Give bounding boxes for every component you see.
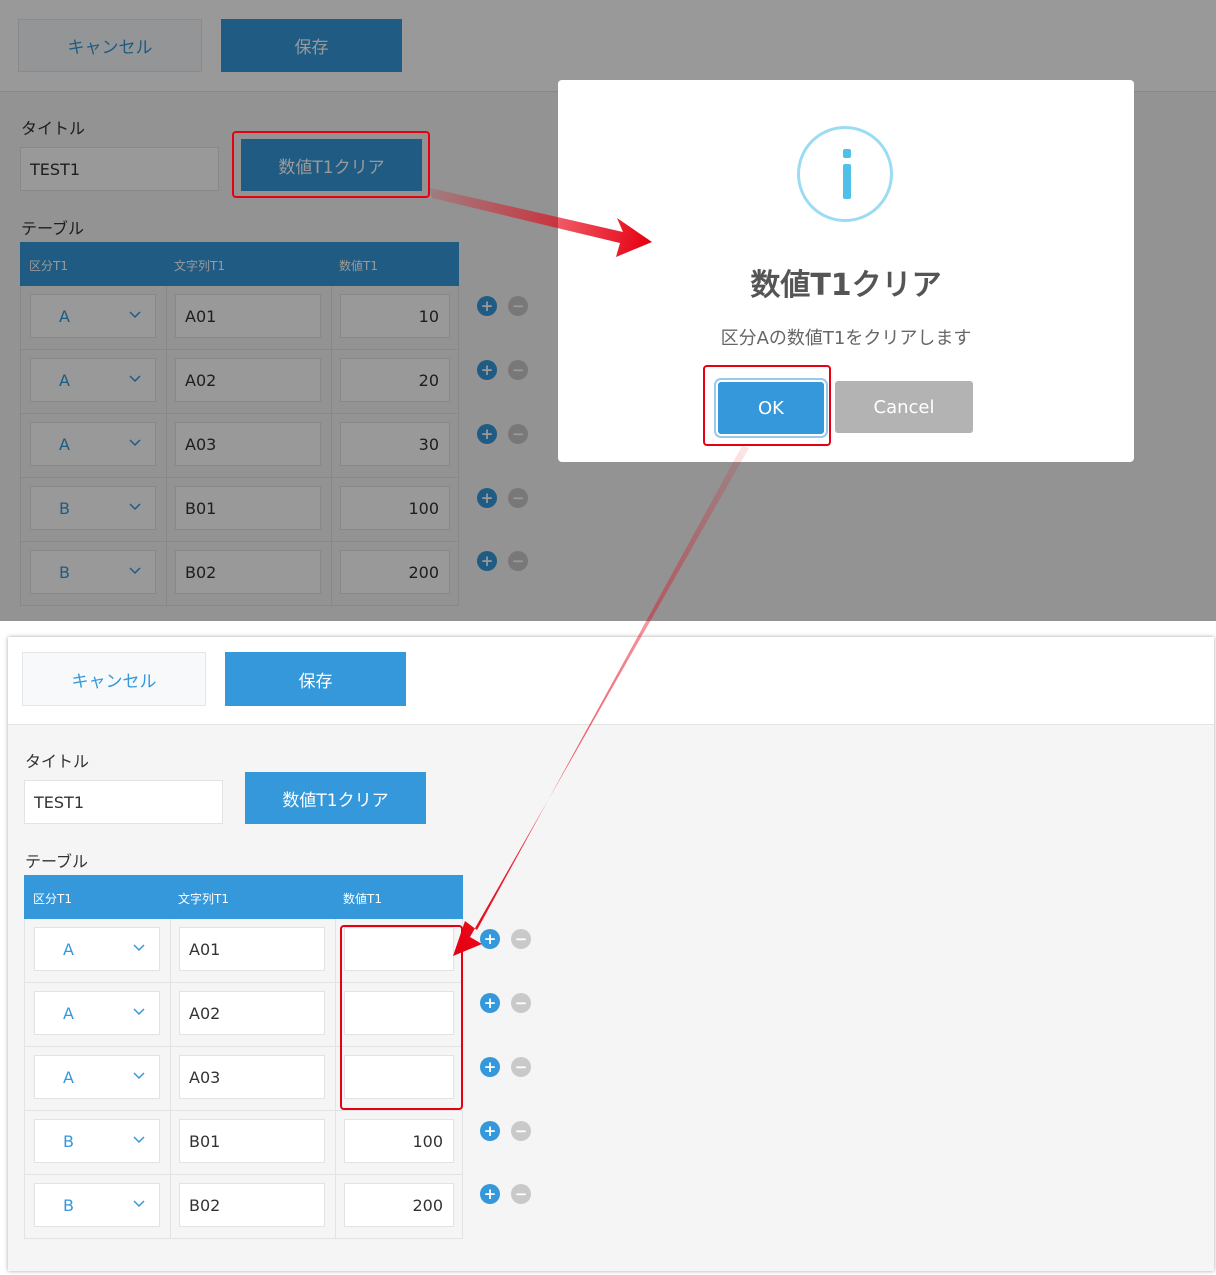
category-select[interactable]: B [34, 1119, 160, 1163]
number-input[interactable]: 200 [344, 1183, 454, 1227]
confirm-dialog: 数値T1クリア 区分Aの数値T1をクリアします OK Cancel [558, 80, 1134, 462]
screen-before: キャンセル 保存 タイトル TEST1 数値T1クリア テーブル 区分T1 文字… [0, 0, 1216, 621]
table-row: B B01 100 [24, 1111, 463, 1175]
category-select[interactable]: A [34, 1055, 160, 1099]
info-icon [797, 126, 893, 222]
toolbar: キャンセル 保存 [8, 637, 1214, 725]
category-select[interactable]: A [34, 991, 160, 1035]
text-input[interactable]: A02 [179, 991, 325, 1035]
dialog-title: 数値T1クリア [750, 268, 942, 303]
highlight-clear-button [232, 131, 430, 198]
category-select[interactable]: A [34, 927, 160, 971]
table-row: B B02 200 [24, 1175, 463, 1239]
save-button[interactable]: 保存 [225, 652, 406, 706]
minus-circle-icon[interactable]: − [511, 929, 531, 949]
plus-circle-icon[interactable]: + [480, 1057, 500, 1077]
text-input[interactable]: A01 [179, 927, 325, 971]
plus-circle-icon[interactable]: + [480, 1184, 500, 1204]
title-input[interactable]: TEST1 [24, 780, 223, 824]
chevron-down-icon [133, 1136, 145, 1144]
dialog-cancel-button[interactable]: Cancel [835, 381, 973, 433]
minus-circle-icon[interactable]: − [511, 993, 531, 1013]
minus-circle-icon[interactable]: − [511, 1184, 531, 1204]
chevron-down-icon [133, 1200, 145, 1208]
plus-circle-icon[interactable]: + [480, 1121, 500, 1141]
minus-circle-icon[interactable]: − [511, 1121, 531, 1141]
highlight-cleared-cells [340, 925, 463, 1110]
table-header: 区分T1 文字列T1 数値T1 [24, 875, 463, 919]
chevron-down-icon [133, 1008, 145, 1016]
chevron-down-icon [133, 944, 145, 952]
dialog-message: 区分Aの数値T1をクリアします [720, 328, 972, 349]
text-input[interactable]: A03 [179, 1055, 325, 1099]
screen-after: キャンセル 保存 タイトル TEST1 数値T1クリア テーブル 区分T1 文字… [8, 637, 1214, 1271]
table-label: テーブル [25, 852, 89, 871]
text-input[interactable]: B01 [179, 1119, 325, 1163]
clear-number-button[interactable]: 数値T1クリア [245, 772, 426, 824]
header-text: 文字列T1 [178, 892, 229, 906]
minus-circle-icon[interactable]: − [511, 1057, 531, 1077]
plus-circle-icon[interactable]: + [480, 929, 500, 949]
category-select[interactable]: B [34, 1183, 160, 1227]
text-input[interactable]: B02 [179, 1183, 325, 1227]
header-category: 区分T1 [33, 892, 72, 906]
header-number: 数値T1 [343, 892, 382, 906]
cancel-button[interactable]: キャンセル [22, 652, 206, 706]
title-label: タイトル [25, 752, 90, 771]
chevron-down-icon [133, 1072, 145, 1080]
number-input[interactable]: 100 [344, 1119, 454, 1163]
highlight-ok-button [703, 365, 831, 446]
plus-circle-icon[interactable]: + [480, 993, 500, 1013]
